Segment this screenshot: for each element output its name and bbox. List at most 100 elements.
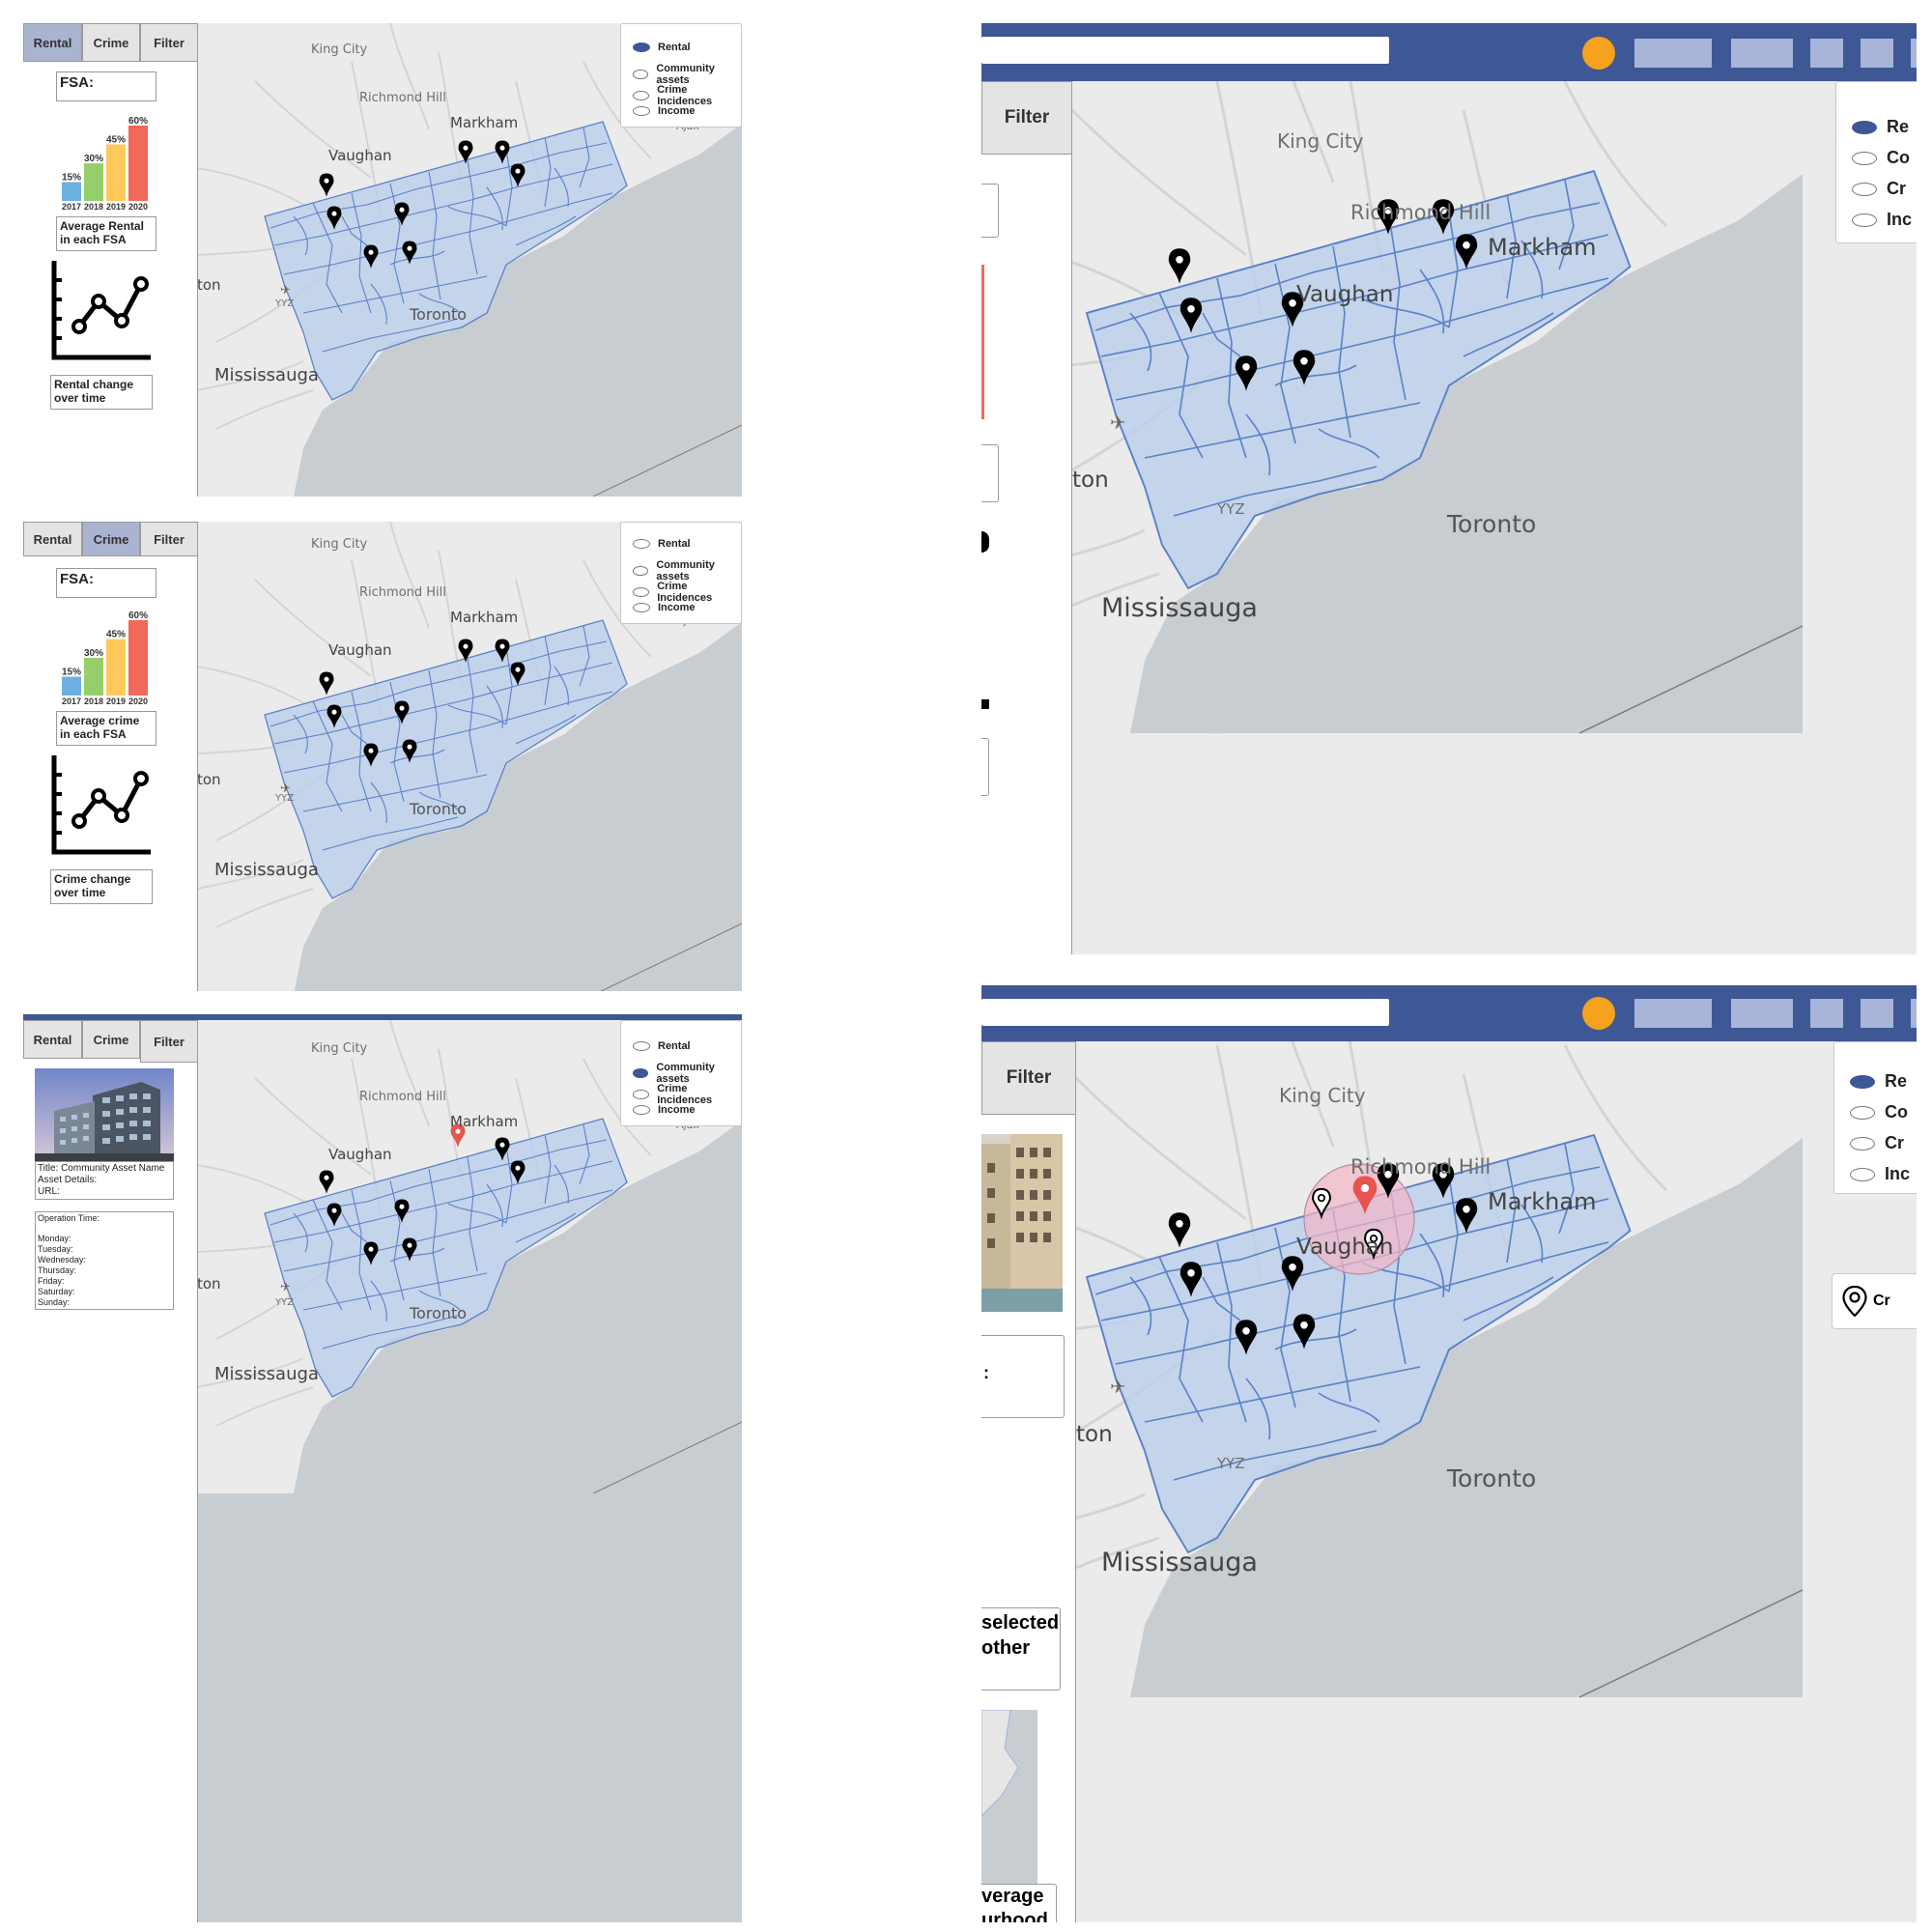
tab-crime[interactable]: Crime xyxy=(82,23,140,62)
layer-option-income[interactable]: Inc xyxy=(1852,210,1912,230)
search-bar[interactable] xyxy=(981,37,1389,64)
day-tuesday: Tuesday: xyxy=(38,1244,73,1254)
label-richmond-hill: Richmond Hill xyxy=(1350,201,1492,224)
layer-option-crime[interactable]: Crime Incidences xyxy=(633,1083,741,1106)
bar-value-label: 45% xyxy=(106,630,126,640)
layer-option-community[interactable]: Community assets xyxy=(633,63,741,86)
nav-button-2[interactable] xyxy=(1731,39,1793,68)
sidebar-fragment xyxy=(981,444,999,502)
layer-option-community[interactable]: Community assets xyxy=(633,1062,741,1085)
sidebar-fragment xyxy=(981,184,999,238)
layer-legend: Re Co Cr Inc xyxy=(1833,1041,1917,1194)
caption-average: Average crime in each FSA xyxy=(56,711,156,746)
sidebar-fragment xyxy=(981,699,989,709)
tab-filter[interactable]: Filter xyxy=(140,522,198,556)
map-view[interactable]: ✈ King City Richmond Hill Markham Vaugha… xyxy=(1076,1041,1917,1922)
radio-icon xyxy=(633,1105,650,1115)
label-toronto: Toronto xyxy=(1447,1464,1537,1492)
bar-category-label: 2018 xyxy=(84,696,103,705)
asset-details: Asset Details: xyxy=(38,1175,98,1185)
tab-crime[interactable]: Crime xyxy=(82,522,140,556)
tab-bar: Rental Crime Filter xyxy=(23,23,198,62)
layer-option-rental[interactable]: Re xyxy=(1850,1071,1907,1092)
nav-button-4[interactable] xyxy=(1861,999,1893,1028)
asset-url[interactable]: URL: xyxy=(38,1186,171,1198)
nav-button-1[interactable] xyxy=(1634,999,1712,1028)
nav-button-3[interactable] xyxy=(1810,39,1843,68)
nav-button-5[interactable] xyxy=(1911,999,1917,1028)
layer-option-community[interactable]: Co xyxy=(1852,148,1910,168)
radio-icon xyxy=(1852,151,1877,165)
filter-button[interactable]: Filter xyxy=(981,1041,1076,1115)
tab-filter[interactable]: Filter xyxy=(140,1020,198,1063)
layer-option-rental[interactable]: Rental xyxy=(633,42,691,53)
label-king-city: King City xyxy=(311,1041,368,1056)
tab-crime[interactable]: Crime xyxy=(82,1020,140,1059)
caption-change: Rental change over time xyxy=(50,375,153,410)
layer-option-income[interactable]: Income xyxy=(633,105,696,117)
label-king-city: King City xyxy=(311,43,368,57)
day-saturday: Saturday: xyxy=(38,1287,75,1296)
airport-icon: ✈ xyxy=(1110,1376,1125,1398)
panel-community-asset: ✈ King City Richmond Hill Markham Vaugha… xyxy=(23,1014,742,1922)
tab-rental[interactable]: Rental xyxy=(23,522,82,556)
tab-rental[interactable]: Rental xyxy=(23,1020,82,1059)
layer-option-income[interactable]: Inc xyxy=(1850,1164,1910,1184)
tab-bar: Rental Crime Filter xyxy=(23,522,198,556)
filter-button[interactable]: Filter xyxy=(981,81,1072,155)
water-area xyxy=(197,1493,742,1922)
nav-button-3[interactable] xyxy=(1810,999,1843,1028)
map-view[interactable]: ✈ King City Richmond Hill Markham Vaugha… xyxy=(197,1020,742,1922)
label-king-city: King City xyxy=(1279,1084,1366,1107)
radio-selected-icon xyxy=(633,1068,649,1078)
layer-legend: Rental Community assets Crime Incidences… xyxy=(620,522,742,624)
label-vaughan: Vaughan xyxy=(328,1146,392,1163)
average-bar-chart: 15% 2017 30% 2018 45% 2019 60% 2020 xyxy=(62,611,148,705)
tab-filter[interactable]: Filter xyxy=(140,23,198,62)
pin-filter-control[interactable]: Cr xyxy=(1832,1273,1917,1329)
fsa-input[interactable]: FSA: xyxy=(56,568,156,598)
tab-rental[interactable]: Rental xyxy=(23,23,82,62)
radio-icon xyxy=(633,539,650,549)
asset-details-box: Title: Community Asset Name Asset Detail… xyxy=(35,1161,174,1200)
label-yyz: YYZ xyxy=(1217,500,1245,518)
neighbourhood-label-clip: urhood xyxy=(981,1910,1048,1922)
search-bar[interactable] xyxy=(981,999,1389,1026)
layer-option-rental[interactable]: Rental xyxy=(633,1040,691,1052)
bar-category-label: 2018 xyxy=(84,202,103,211)
caption-change: Crime change over time xyxy=(50,869,153,904)
layer-option-crime[interactable]: Cr xyxy=(1852,179,1906,199)
label-mississauga: Mississauga xyxy=(214,860,319,880)
layer-option-income[interactable]: Income xyxy=(633,1104,696,1116)
airport-icon: ✈ xyxy=(280,283,291,298)
selected-label-clip: selected xyxy=(981,1612,1060,1634)
label-vaughan: Vaughan xyxy=(1296,1235,1394,1260)
nav-button-1[interactable] xyxy=(1634,39,1712,68)
map-view[interactable]: ✈ King City Richmond Hill Markham Vaugha… xyxy=(197,522,742,991)
layer-option-crime[interactable]: Crime Incidences xyxy=(633,84,741,107)
nav-button-2[interactable] xyxy=(1731,999,1793,1028)
bar-value-label: 60% xyxy=(128,611,148,621)
asset-title: Title: Community Asset Name xyxy=(38,1163,165,1174)
layer-option-income[interactable]: Income xyxy=(633,602,696,613)
layer-option-crime[interactable]: Cr xyxy=(1850,1133,1904,1153)
nav-button-5[interactable] xyxy=(1911,39,1917,68)
sidebar-fragment: : xyxy=(981,1335,1065,1418)
label-markham: Markham xyxy=(450,1113,519,1130)
layer-option-crime[interactable]: Crime Incidences xyxy=(633,581,741,604)
bar xyxy=(84,163,103,201)
label-ton: ton xyxy=(1072,468,1109,493)
nav-button-4[interactable] xyxy=(1861,39,1893,68)
radio-selected-icon xyxy=(633,43,650,52)
caption-average: Average Rental in each FSA xyxy=(56,216,156,251)
layer-legend: Rental Community assets Crime Incidences… xyxy=(620,1020,742,1126)
change-line-chart-icon xyxy=(51,755,151,855)
map-view[interactable]: ✈ King City Richmond Hill Markham Vaugha… xyxy=(1072,81,1917,954)
layer-option-community[interactable]: Community assets xyxy=(633,559,741,582)
layer-option-rental[interactable]: Re xyxy=(1852,117,1909,137)
layer-option-rental[interactable]: Rental xyxy=(633,538,691,550)
layer-option-community[interactable]: Co xyxy=(1850,1102,1908,1122)
label-ton: ton xyxy=(197,771,221,788)
map-view[interactable]: ✈ King City Richmond Hill Markham Vaugha… xyxy=(197,23,742,497)
fsa-input[interactable]: FSA: xyxy=(56,71,156,101)
